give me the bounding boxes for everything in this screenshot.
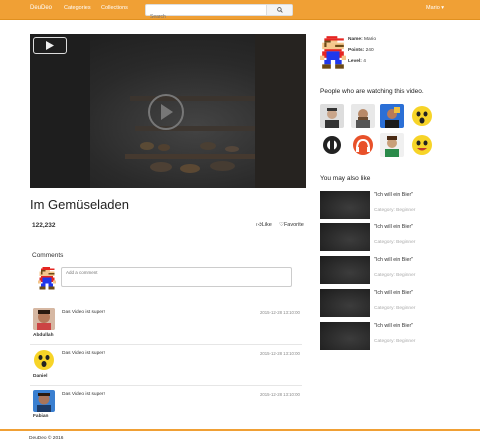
- brand-logo[interactable]: DeuDeo: [30, 5, 52, 11]
- comment-item: Fabian Das Video ist super! 2015-12-28 1…: [30, 387, 302, 425]
- watcher-avatar[interactable]: [320, 133, 344, 157]
- nav-categories[interactable]: Categories: [64, 5, 91, 11]
- watcher-avatar[interactable]: [380, 133, 404, 157]
- comment-input[interactable]: [62, 268, 291, 286]
- watcher-avatar[interactable]: [410, 104, 434, 128]
- play-icon: [46, 41, 54, 50]
- watcher-avatar[interactable]: [410, 133, 434, 157]
- recommendation-thumbnail[interactable]: [320, 223, 370, 251]
- like-button[interactable]: 👍︎Like: [256, 222, 272, 228]
- watcher-avatar[interactable]: [351, 133, 375, 157]
- recommendation-thumbnail[interactable]: [320, 191, 370, 219]
- top-navbar: DeuDeo Categories Collections Mario ▾: [0, 0, 480, 22]
- comment-timestamp: 2015-12-28 13:10:00: [260, 392, 300, 397]
- comment-text: Das Video ist super!: [62, 351, 105, 356]
- watcher-avatar[interactable]: [380, 104, 404, 128]
- comment-text: Das Video ist super!: [62, 392, 105, 397]
- favorite-button[interactable]: ♡Favorite: [279, 222, 304, 228]
- like-label: Like: [261, 222, 272, 228]
- user-menu[interactable]: Mario ▾: [426, 5, 444, 11]
- current-user-avatar: [38, 267, 56, 290]
- profile-avatar: [320, 36, 346, 69]
- recommendation-title[interactable]: "Ich will ein Bier": [374, 290, 413, 296]
- video-title: Im Gemüseladen: [30, 197, 129, 212]
- comment-item: Daniel Das Video ist super! 2015-12-28 1…: [30, 346, 302, 386]
- play-button-small[interactable]: [33, 37, 67, 54]
- comment-avatar: [33, 349, 55, 371]
- comment-item: Abdullah Das Video ist super! 2015-12-28…: [30, 305, 302, 345]
- watchers-heading: People who are watching this video.: [320, 88, 424, 95]
- watcher-avatar[interactable]: [320, 104, 344, 128]
- recommendation-thumbnail[interactable]: [320, 322, 370, 350]
- view-count: 122,232: [32, 222, 56, 229]
- play-button-large[interactable]: [148, 94, 184, 130]
- favorite-label: Favorite: [283, 222, 304, 228]
- recommendation-title[interactable]: "Ich will ein Bier": [374, 192, 413, 198]
- profile-name: Name: Mario: [348, 37, 377, 42]
- comments-heading: Comments: [32, 252, 64, 259]
- profile-points: Points: 240: [348, 48, 374, 53]
- comment-author[interactable]: Fabian: [33, 414, 48, 419]
- video-player[interactable]: [30, 34, 306, 188]
- recommendation-category: Category: Beginner: [374, 339, 416, 344]
- search-input[interactable]: [146, 12, 266, 22]
- comment-input-box: [61, 267, 292, 287]
- comment-author[interactable]: Daniel: [33, 374, 47, 379]
- footer: DeuDeo © 2016: [0, 429, 480, 446]
- profile-level: Level: 4: [348, 59, 366, 64]
- watcher-avatar[interactable]: [351, 104, 375, 128]
- search-bar: [145, 4, 293, 22]
- recommendation-title[interactable]: "Ich will ein Bier": [374, 224, 413, 230]
- recommendation-thumbnail[interactable]: [320, 256, 370, 284]
- footer-copyright: DeuDeo © 2016: [29, 436, 64, 441]
- search-button[interactable]: [266, 5, 292, 15]
- search-icon: [276, 7, 283, 13]
- comment-avatar: [33, 308, 55, 330]
- comment-avatar: [33, 390, 55, 412]
- comment-author[interactable]: Abdullah: [33, 333, 54, 338]
- play-icon: [161, 104, 173, 120]
- comment-timestamp: 2015-12-28 13:10:00: [260, 351, 300, 356]
- recommendation-category: Category: Beginner: [374, 306, 416, 311]
- recommendation-title[interactable]: "Ich will ein Bier": [374, 323, 413, 329]
- comment-text: Das Video ist super!: [62, 310, 105, 315]
- recommendation-category: Category: Beginner: [374, 273, 416, 278]
- recommendation-title[interactable]: "Ich will ein Bier": [374, 257, 413, 263]
- recommendation-category: Category: Beginner: [374, 240, 416, 245]
- comment-timestamp: 2015-12-28 13:10:00: [260, 310, 300, 315]
- nav-collections[interactable]: Collections: [101, 5, 128, 11]
- recommendation-category: Category: Beginner: [374, 208, 416, 213]
- recommendations-heading: You may also like: [320, 175, 371, 182]
- recommendation-thumbnail[interactable]: [320, 289, 370, 317]
